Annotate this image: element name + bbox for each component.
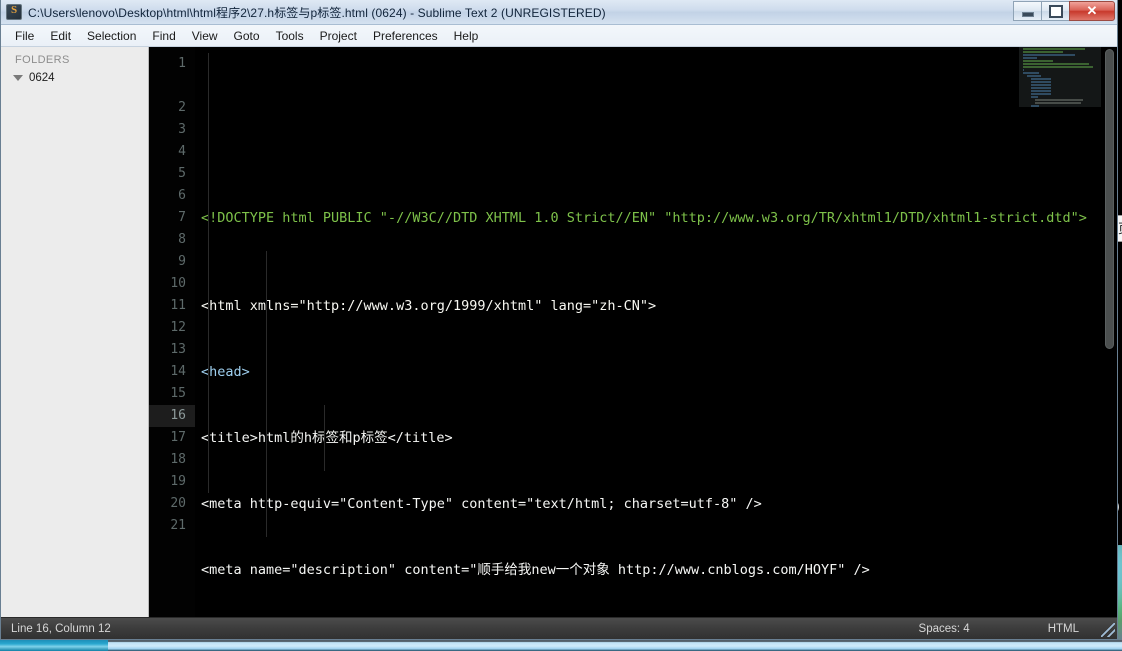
sidebar-folder-0624[interactable]: 0624 bbox=[1, 71, 148, 85]
status-syntax-mode[interactable]: HTML bbox=[1048, 623, 1079, 635]
title-bar[interactable]: C:\Users\lenovo\Desktop\html\html程序2\27.… bbox=[1, 0, 1117, 25]
code-line-6[interactable]: <meta name="description" content="顺手给我ne… bbox=[195, 559, 1117, 581]
code-line-1-text: <!DOCTYPE html PUBLIC "-//W3C//DTD XHTML… bbox=[201, 210, 1087, 226]
line-number: 14 bbox=[170, 364, 186, 379]
minimap-viewport[interactable] bbox=[1020, 47, 1101, 107]
status-bar: Line 16, Column 12 Spaces: 4 HTML bbox=[1, 617, 1117, 639]
status-caret-position: Line 16, Column 12 bbox=[11, 622, 111, 635]
window-controls: ✕ bbox=[1013, 1, 1115, 21]
maximize-button[interactable] bbox=[1041, 1, 1070, 21]
menu-item-find[interactable]: Find bbox=[144, 27, 183, 45]
status-indentation[interactable]: Spaces: 4 bbox=[919, 623, 970, 635]
line-number: 3 bbox=[178, 122, 186, 137]
line-number: 12 bbox=[170, 320, 186, 335]
indent-guide bbox=[208, 53, 209, 493]
code-content[interactable]: <!DOCTYPE html PUBLIC "-//W3C//DTD XHTML… bbox=[195, 47, 1117, 617]
menu-item-edit[interactable]: Edit bbox=[42, 27, 79, 45]
line-number: 15 bbox=[170, 386, 186, 401]
line-number: 19 bbox=[170, 474, 186, 489]
code-line-1[interactable]: <!DOCTYPE html PUBLIC "-//W3C//DTD XHTML… bbox=[195, 207, 1117, 251]
menu-item-project[interactable]: Project bbox=[312, 27, 365, 45]
indent-guide bbox=[266, 251, 267, 537]
resize-grip[interactable] bbox=[1101, 623, 1115, 637]
menu-bar: File Edit Selection Find View Goto Tools… bbox=[1, 25, 1117, 47]
code-line-5[interactable]: <meta http-equiv="Content-Type" content=… bbox=[195, 493, 1117, 515]
sublime-text-icon bbox=[6, 4, 22, 20]
line-number: 18 bbox=[170, 452, 186, 467]
line-number: 20 bbox=[170, 496, 186, 511]
code-line-4-text: <title>html的h标签和p标签</title> bbox=[201, 430, 453, 446]
line-number: 11 bbox=[170, 298, 186, 313]
line-number: 21 bbox=[170, 518, 186, 533]
vertical-scrollbar-thumb[interactable] bbox=[1105, 49, 1114, 349]
line-number: 6 bbox=[178, 188, 186, 203]
menu-item-tools[interactable]: Tools bbox=[268, 27, 312, 45]
menu-item-goto[interactable]: Goto bbox=[226, 27, 268, 45]
line-number: 7 bbox=[178, 210, 186, 225]
line-number: 8 bbox=[178, 232, 186, 247]
window-title: C:\Users\lenovo\Desktop\html\html程序2\27.… bbox=[28, 5, 606, 20]
chevron-down-icon[interactable] bbox=[13, 75, 23, 81]
taskbar-start-glow bbox=[0, 640, 108, 651]
line-number: 10 bbox=[170, 276, 186, 291]
menu-item-help[interactable]: Help bbox=[446, 27, 487, 45]
sidebar-section-folders: FOLDERS bbox=[15, 54, 70, 66]
code-line-2-text: <html xmlns="http://www.w3.org/1999/xhtm… bbox=[201, 298, 657, 314]
menu-item-preferences[interactable]: Preferences bbox=[365, 27, 446, 45]
windows-taskbar[interactable] bbox=[0, 640, 1122, 651]
minimap[interactable] bbox=[1019, 47, 1101, 107]
line-number: 5 bbox=[178, 166, 186, 181]
line-number: 13 bbox=[170, 342, 186, 357]
menu-item-file[interactable]: File bbox=[7, 27, 42, 45]
indent-guide bbox=[324, 405, 325, 471]
code-line-3[interactable]: <head> bbox=[195, 361, 1117, 383]
code-line-4[interactable]: <title>html的h标签和p标签</title> bbox=[195, 427, 1117, 449]
line-number: 1 bbox=[178, 56, 186, 71]
sublime-text-window: C:\Users\lenovo\Desktop\html\html程序2\27.… bbox=[0, 0, 1118, 640]
minimize-button[interactable] bbox=[1013, 1, 1042, 21]
menu-item-view[interactable]: View bbox=[184, 27, 226, 45]
close-button[interactable]: ✕ bbox=[1069, 1, 1115, 21]
workspace: FOLDERS 0624 1 2 3 4 5 6 7 8 9 10 11 12 bbox=[1, 47, 1117, 617]
line-number-gutter: 1 2 3 4 5 6 7 8 9 10 11 12 13 14 15 16 1… bbox=[149, 47, 195, 617]
line-number: 9 bbox=[178, 254, 186, 269]
code-line-5-text: <meta http-equiv="Content-Type" content=… bbox=[201, 496, 762, 512]
line-number: 2 bbox=[178, 100, 186, 115]
vertical-scrollbar[interactable] bbox=[1104, 49, 1115, 615]
code-line-2[interactable]: <html xmlns="http://www.w3.org/1999/xhtm… bbox=[195, 295, 1117, 317]
line-number: 4 bbox=[178, 144, 186, 159]
line-number-active: 16 bbox=[149, 405, 195, 427]
sidebar-folder-label: 0624 bbox=[29, 72, 55, 84]
menu-item-selection[interactable]: Selection bbox=[79, 27, 144, 45]
line-number: 17 bbox=[170, 430, 186, 445]
editor-area[interactable]: 1 2 3 4 5 6 7 8 9 10 11 12 13 14 15 16 1… bbox=[149, 47, 1117, 617]
sidebar: FOLDERS 0624 bbox=[1, 47, 149, 617]
code-line-6-text: <meta name="description" content="顺手给我ne… bbox=[201, 562, 870, 578]
